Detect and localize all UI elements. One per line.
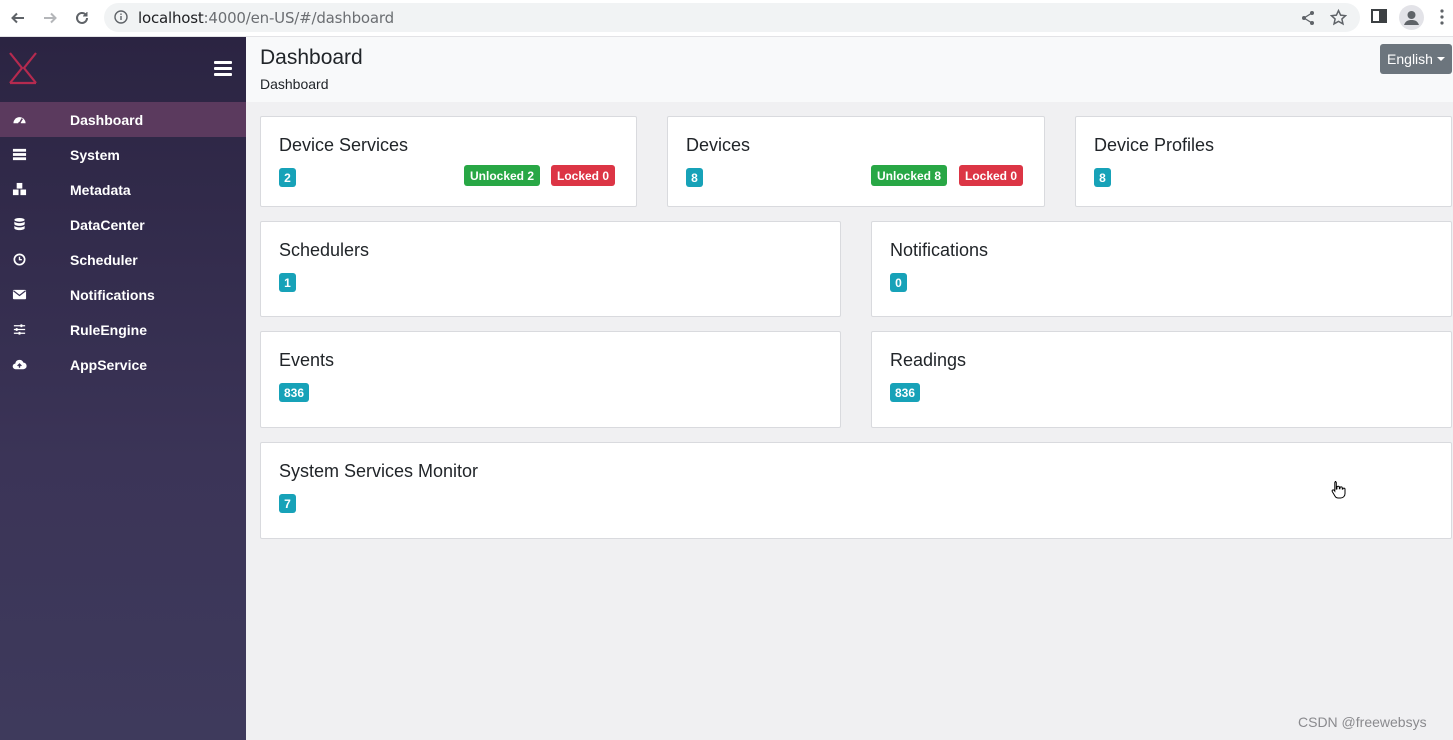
card-title: Devices [686, 135, 751, 155]
side-panel-icon[interactable] [1371, 8, 1387, 24]
hamburger-menu-icon[interactable] [214, 61, 232, 76]
language-dropdown-button[interactable]: English [1380, 44, 1452, 74]
address-bar[interactable]: localhost:4000/en-US/#/dashboard [104, 3, 1360, 32]
card-title: Notifications [890, 240, 989, 260]
sidebar: Dashboard System Metadata DataCenter Sch… [0, 37, 246, 740]
cubes-icon [11, 182, 27, 198]
hand-cursor-icon [1331, 481, 1346, 499]
count-badge: 2 [279, 168, 296, 187]
forward-arrow-icon[interactable] [39, 7, 61, 29]
unlocked-badge: Unlocked 2 [464, 165, 541, 186]
card-schedulers[interactable]: Schedulers 1 [260, 221, 841, 317]
sidebar-item-label: DataCenter [70, 216, 145, 233]
sidebar-item-label: AppService [70, 356, 148, 373]
envelope-icon [11, 287, 27, 303]
bookmark-star-icon[interactable] [1330, 9, 1347, 26]
card-title: Device Services [279, 135, 409, 155]
sidebar-item-label: Metadata [70, 181, 131, 198]
watermark: CSDN @freewebsys [1298, 714, 1427, 730]
count-badge: 1 [279, 273, 296, 292]
browser-toolbar: localhost:4000/en-US/#/dashboard [0, 0, 1453, 37]
share-icon[interactable] [1300, 10, 1316, 26]
page-title: Dashboard [260, 46, 363, 69]
cloud-upload-icon [11, 357, 27, 373]
profile-avatar-icon[interactable] [1399, 5, 1424, 30]
caret-down-icon [1436, 57, 1445, 61]
count-badge: 8 [686, 168, 703, 187]
server-icon [11, 147, 27, 163]
sidebar-item-datacenter[interactable]: DataCenter [0, 207, 246, 242]
card-system-services-monitor[interactable]: System Services Monitor 7 [260, 442, 1452, 539]
url-path: :4000/en-US/#/dashboard [203, 9, 395, 27]
sidebar-item-label: Dashboard [70, 111, 144, 128]
card-title: System Services Monitor [279, 461, 479, 481]
sidebar-item-label: RuleEngine [70, 321, 148, 338]
card-title: Events [279, 350, 335, 370]
sidebar-item-appservice[interactable]: AppService [0, 347, 246, 382]
sidebar-item-system[interactable]: System [0, 137, 246, 172]
card-notifications[interactable]: Notifications 0 [871, 221, 1452, 317]
card-title: Device Profiles [1094, 135, 1215, 155]
count-badge: 836 [890, 383, 921, 402]
sliders-icon [11, 322, 27, 338]
locked-badge: Locked 0 [551, 165, 616, 186]
card-title: Schedulers [279, 240, 370, 260]
sidebar-item-notifications[interactable]: Notifications [0, 277, 246, 312]
count-badge: 7 [279, 494, 296, 513]
edgex-logo[interactable] [8, 51, 38, 85]
sidebar-item-scheduler[interactable]: Scheduler [0, 242, 246, 277]
sidebar-item-ruleengine[interactable]: RuleEngine [0, 312, 246, 347]
database-icon [11, 217, 27, 233]
card-device-profiles[interactable]: Device Profiles 8 [1075, 116, 1452, 207]
unlocked-badge: Unlocked 8 [871, 165, 948, 186]
count-badge: 836 [279, 383, 310, 402]
count-badge: 0 [890, 273, 907, 292]
sidebar-item-metadata[interactable]: Metadata [0, 172, 246, 207]
sidebar-item-dashboard[interactable]: Dashboard [0, 102, 246, 137]
info-icon[interactable] [114, 10, 128, 24]
url-host: localhost [138, 9, 204, 27]
sidebar-item-label: Scheduler [70, 251, 138, 268]
card-devices[interactable]: Devices 8 Unlocked 8 Locked 0 [667, 116, 1045, 207]
count-badge: 8 [1094, 168, 1111, 187]
card-events[interactable]: Events 836 [260, 331, 841, 428]
clock-icon [11, 252, 27, 268]
back-arrow-icon[interactable] [7, 7, 29, 29]
sidebar-item-label: Notifications [70, 286, 155, 303]
page-header: Dashboard Dashboard English [246, 37, 1453, 102]
kebab-menu-icon[interactable] [1440, 9, 1444, 25]
tachometer-icon [11, 112, 27, 128]
locked-badge: Locked 0 [959, 165, 1024, 186]
url-text[interactable]: localhost:4000/en-US/#/dashboard [138, 9, 394, 27]
reload-icon[interactable] [71, 7, 93, 29]
sidebar-item-label: System [70, 146, 120, 163]
card-readings[interactable]: Readings 836 [871, 331, 1452, 428]
breadcrumb[interactable]: Dashboard [260, 76, 329, 92]
card-title: Readings [890, 350, 967, 370]
card-device-services[interactable]: Device Services 2 Unlocked 2 Locked 0 [260, 116, 637, 207]
language-label: English [1387, 51, 1433, 67]
